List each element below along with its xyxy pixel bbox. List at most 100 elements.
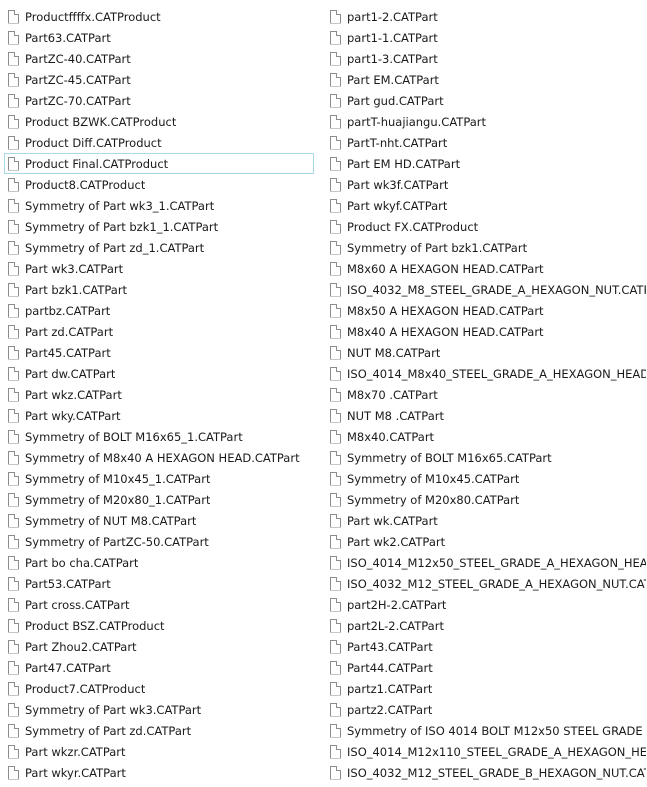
file-icon	[8, 219, 19, 234]
file-item[interactable]: part2H-2.CATPart	[326, 594, 647, 615]
file-item[interactable]: part1-3.CATPart	[326, 48, 647, 69]
file-item[interactable]: M8x50 A HEXAGON HEAD.CATPart	[326, 300, 647, 321]
file-item[interactable]: ISO_4014_M12x50_STEEL_GRADE_A_HEXAGON_HE…	[326, 552, 647, 573]
file-icon	[330, 429, 341, 444]
file-item[interactable]: Product FX.CATProduct	[326, 216, 647, 237]
file-icon	[330, 135, 341, 150]
file-name: Product7.CATProduct	[25, 681, 146, 696]
file-item[interactable]: Symmetry of Part wk3_1.CATPart	[4, 195, 314, 216]
file-item[interactable]: Part dw.CATPart	[4, 363, 314, 384]
file-name: M8x70 .CATPart	[347, 387, 438, 402]
file-item[interactable]: Symmetry of BOLT M16x65.CATPart	[326, 447, 647, 468]
file-item[interactable]: Part53.CATPart	[4, 573, 314, 594]
file-item[interactable]: partbz.CATPart	[4, 300, 314, 321]
file-item[interactable]: ISO_4014_M12x110_STEEL_GRADE_A_HEXAGON_H…	[326, 741, 647, 762]
file-item[interactable]: Part wk3f.CATPart	[326, 174, 647, 195]
file-item[interactable]: Symmetry of Part zd.CATPart	[4, 720, 314, 741]
file-name: Part bo cha.CATPart	[25, 555, 139, 570]
file-item[interactable]: Part wk3.CATPart	[4, 258, 314, 279]
file-item[interactable]: Part EM HD.CATPart	[326, 153, 647, 174]
file-item[interactable]: Symmetry of M10x45_1.CATPart	[4, 468, 314, 489]
file-item[interactable]: Part wkz.CATPart	[4, 384, 314, 405]
file-item[interactable]: Symmetry of M10x45.CATPart	[326, 468, 647, 489]
file-item[interactable]: Part wkyf.CATPart	[326, 195, 647, 216]
file-item[interactable]: Symmetry of BOLT M16x65_1.CATPart	[4, 426, 314, 447]
file-icon	[330, 282, 341, 297]
file-item[interactable]: ISO_4032_M12_STEEL_GRADE_B_HEXAGON_NUT.C…	[326, 762, 647, 783]
file-item[interactable]: PartT-nht.CATPart	[326, 132, 647, 153]
file-item[interactable]: Symmetry of PartZC-50.CATPart	[4, 531, 314, 552]
file-name: Symmetry of BOLT M16x65.CATPart	[347, 450, 552, 465]
file-item[interactable]: Symmetry of M20x80.CATPart	[326, 489, 647, 510]
file-item[interactable]: Symmetry of Part bzk1.CATPart	[326, 237, 647, 258]
file-icon	[8, 471, 19, 486]
file-item[interactable]: Product BSZ.CATProduct	[4, 615, 314, 636]
file-item[interactable]: Symmetry of ISO 4014 BOLT M12x50 STEEL G…	[326, 720, 647, 741]
file-name: ISO_4032_M8_STEEL_GRADE_A_HEXAGON_NUT.CA…	[347, 282, 646, 297]
file-item[interactable]: Product7.CATProduct	[4, 678, 314, 699]
file-item[interactable]: part2L-2.CATPart	[326, 615, 647, 636]
file-name: partz1.CATPart	[347, 681, 433, 696]
file-icon	[330, 723, 341, 738]
file-item[interactable]: ISO_4032_M12_STEEL_GRADE_A_HEXAGON_NUT.C…	[326, 573, 647, 594]
file-item[interactable]: Part44.CATPart	[326, 657, 647, 678]
file-item[interactable]: Productffffx.CATProduct	[4, 6, 314, 27]
file-name: part2L-2.CATPart	[347, 618, 444, 633]
file-item[interactable]: M8x40 A HEXAGON HEAD.CATPart	[326, 321, 647, 342]
file-item[interactable]: Part bo cha.CATPart	[4, 552, 314, 573]
file-item[interactable]: PartZC-70.CATPart	[4, 90, 314, 111]
file-item[interactable]: Symmetry of M20x80_1.CATPart	[4, 489, 314, 510]
file-item[interactable]: Symmetry of Part bzk1_1.CATPart	[4, 216, 314, 237]
file-item[interactable]: Product BZWK.CATProduct	[4, 111, 314, 132]
file-item[interactable]: Symmetry of NUT M8.CATPart	[4, 510, 314, 531]
file-item[interactable]: Part bzk1.CATPart	[4, 279, 314, 300]
file-item[interactable]: NUT M8 .CATPart	[326, 405, 647, 426]
file-item[interactable]: Part63.CATPart	[4, 27, 314, 48]
file-name: Part wky.CATPart	[25, 408, 121, 423]
file-item[interactable]: Product8.CATProduct	[4, 174, 314, 195]
file-icon	[330, 492, 341, 507]
file-icon	[8, 114, 19, 129]
file-item[interactable]: M8x60 A HEXAGON HEAD.CATPart	[326, 258, 647, 279]
file-item[interactable]: partz2.CATPart	[326, 699, 647, 720]
file-item[interactable]: part1-1.CATPart	[326, 27, 647, 48]
file-item[interactable]: Product Diff.CATProduct	[4, 132, 314, 153]
file-icon	[8, 198, 19, 213]
file-item[interactable]: Part zd.CATPart	[4, 321, 314, 342]
file-item[interactable]: Part47.CATPart	[4, 657, 314, 678]
file-item[interactable]: Symmetry of Part zd_1.CATPart	[4, 237, 314, 258]
file-name: NUT M8 .CATPart	[347, 408, 444, 423]
file-icon	[330, 660, 341, 675]
file-item[interactable]: Part wkzr.CATPart	[4, 741, 314, 762]
file-item[interactable]: ISO_4032_M8_STEEL_GRADE_A_HEXAGON_NUT.CA…	[326, 279, 647, 300]
file-item[interactable]: PartZC-45.CATPart	[4, 69, 314, 90]
file-name: Symmetry of ISO 4014 BOLT M12x50 STEEL G…	[347, 723, 643, 738]
file-item[interactable]: Part Zhou2.CATPart	[4, 636, 314, 657]
file-item[interactable]: partT-huajiangu.CATPart	[326, 111, 647, 132]
file-item[interactable]: Part cross.CATPart	[4, 594, 314, 615]
file-item[interactable]: NUT M8.CATPart	[326, 342, 647, 363]
file-name: Product BSZ.CATProduct	[25, 618, 165, 633]
file-name: ISO_4032_M12_STEEL_GRADE_B_HEXAGON_NUT.C…	[347, 765, 646, 780]
file-item[interactable]: Part wk.CATPart	[326, 510, 647, 531]
file-item[interactable]: Product Final.CATProduct	[4, 153, 314, 174]
file-item[interactable]: Part wkyr.CATPart	[4, 762, 314, 783]
file-item[interactable]: Part45.CATPart	[4, 342, 314, 363]
file-item[interactable]: Part gud.CATPart	[326, 90, 647, 111]
file-icon	[8, 639, 19, 654]
file-name: Part wk3f.CATPart	[347, 177, 449, 192]
file-item[interactable]: M8x70 .CATPart	[326, 384, 647, 405]
file-item[interactable]: Part43.CATPart	[326, 636, 647, 657]
file-item[interactable]: M8x40.CATPart	[326, 426, 647, 447]
file-item[interactable]: Part wk2.CATPart	[326, 531, 647, 552]
file-item[interactable]: PartZC-40.CATPart	[4, 48, 314, 69]
file-item[interactable]: ISO_4014_M8x40_STEEL_GRADE_A_HEXAGON_HEA…	[326, 363, 647, 384]
file-icon	[8, 177, 19, 192]
file-item[interactable]: Symmetry of M8x40 A HEXAGON HEAD.CATPart	[4, 447, 314, 468]
file-item[interactable]: Part wky.CATPart	[4, 405, 314, 426]
file-item[interactable]: Part EM.CATPart	[326, 69, 647, 90]
file-name: part1-1.CATPart	[347, 30, 438, 45]
file-item[interactable]: part1-2.CATPart	[326, 6, 647, 27]
file-item[interactable]: partz1.CATPart	[326, 678, 647, 699]
file-item[interactable]: Symmetry of Part wk3.CATPart	[4, 699, 314, 720]
